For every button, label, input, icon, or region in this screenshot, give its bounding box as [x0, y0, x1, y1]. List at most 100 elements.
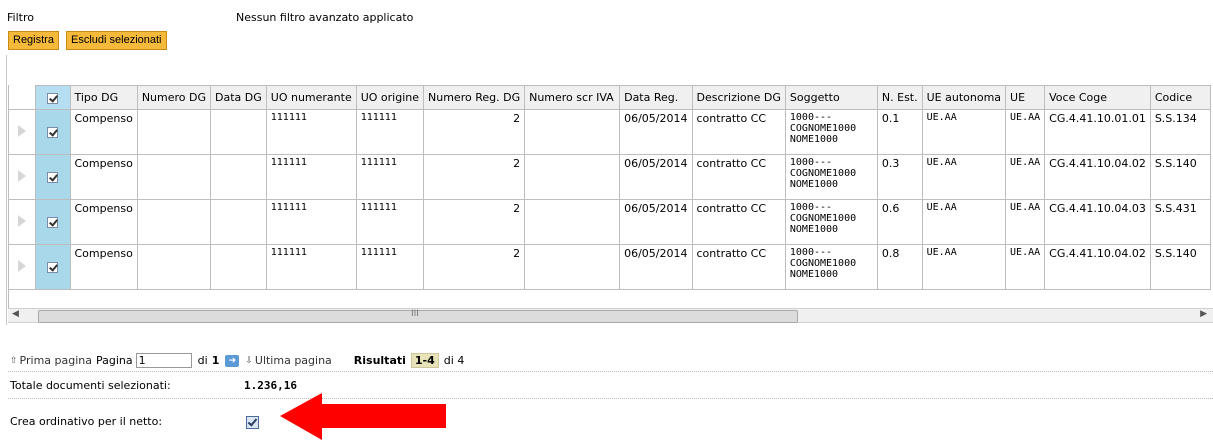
select-all-checkbox[interactable] — [34, 85, 71, 110]
scroll-left-icon[interactable]: ◀ — [12, 309, 19, 319]
cell-ue: UE.AA — [1005, 109, 1046, 155]
row-select-checkbox[interactable] — [34, 109, 71, 155]
row-select-checkbox[interactable] — [34, 199, 71, 245]
column-header[interactable]: Data DG — [210, 85, 267, 110]
cell-uo_num: 111111 — [265, 199, 357, 245]
cell-num_iva — [524, 154, 621, 200]
scrollbar-thumb[interactable]: III — [38, 309, 798, 323]
row-arrow-icon — [17, 124, 26, 137]
cell-descr: contratto CC — [691, 154, 786, 200]
column-header[interactable]: N. Est. — [876, 85, 923, 110]
register-button[interactable]: Registra — [8, 31, 59, 50]
cell-voce: CG.4.41.10.04.02 — [1044, 244, 1151, 290]
red-arrow-shape — [280, 393, 446, 440]
cell-tipo: Compenso — [69, 109, 138, 155]
header-spacer — [9, 85, 35, 110]
cell-soggetto: 1000--- COGNOME1000 NOME1000 — [784, 154, 878, 200]
cell-uo_num: 111111 — [265, 109, 357, 155]
create-order-net-checkbox[interactable] — [246, 416, 259, 429]
total-selected-label: Totale documenti selezionati: — [10, 379, 171, 392]
exclude-selected-button[interactable]: Escludi selezionati — [66, 31, 167, 50]
row-arrow-icon — [17, 169, 26, 182]
cell-descr: contratto CC — [691, 109, 786, 155]
cell-num_reg: 2 — [423, 244, 526, 290]
cell-num_iva — [524, 109, 621, 155]
checkbox-icon — [47, 262, 58, 273]
cell-n_est: 0.6 — [876, 199, 923, 245]
cell-codice: S.S.140 — [1149, 244, 1211, 290]
checkbox-icon — [47, 217, 58, 228]
cell-n_est: 0.3 — [876, 154, 923, 200]
scroll-right-icon[interactable]: ▶ — [1200, 309, 1207, 319]
first-page-link[interactable]: Prima pagina — [20, 354, 92, 367]
soggetto-line: COGNOME1000 — [789, 123, 857, 134]
table-header-row: Tipo DG Numero DG Data DG UO numerante U… — [9, 85, 1211, 110]
total-pages: 1 — [211, 354, 220, 367]
cell-num_reg: 2 — [423, 199, 526, 245]
cell-codice: S.S.140 — [1149, 154, 1211, 200]
cell-num_reg: 2 — [423, 154, 526, 200]
create-order-net-label: Crea ordinativo per il netto: — [10, 415, 163, 428]
filter-status: Nessun filtro avanzato applicato — [236, 11, 414, 24]
column-header[interactable]: Voce Coge — [1044, 85, 1151, 110]
table-row[interactable]: Compenso 111111 111111 2 06/05/2014 contratto… — [9, 109, 1211, 155]
cell-numero_dg — [136, 199, 212, 245]
column-header[interactable]: UE — [1005, 85, 1046, 110]
cell-data_reg: 06/05/2014 — [619, 199, 693, 245]
last-page-link[interactable]: Ultima pagina — [255, 354, 332, 367]
column-header[interactable]: UO origine — [355, 85, 425, 110]
row-expand-cell[interactable] — [9, 109, 36, 155]
page-of-label: di — [197, 354, 208, 367]
results-total: di 4 — [443, 354, 465, 367]
cell-uo_num: 111111 — [265, 154, 357, 200]
cell-data_dg — [210, 154, 267, 200]
cell-data_reg: 06/05/2014 — [619, 109, 693, 155]
table-row[interactable]: Compenso 111111 111111 2 06/05/2014 contratto… — [9, 154, 1211, 200]
page-number-input[interactable] — [135, 353, 192, 368]
column-header[interactable]: UE autonoma — [921, 85, 1007, 110]
column-header[interactable]: Data Reg. — [619, 85, 693, 110]
cell-ue: UE.AA — [1005, 154, 1046, 200]
soggetto-line: 1000--- — [789, 112, 833, 123]
column-header[interactable]: Numero DG — [136, 85, 212, 110]
pagination-bar: ⇧ Prima pagina Pagina di 1 ➜ ⇩ Ultima pa… — [10, 353, 464, 368]
soggetto-line: COGNOME1000 — [789, 258, 857, 269]
soggetto-line: NOME1000 — [789, 134, 839, 145]
results-range: 1-4 — [410, 353, 439, 368]
column-header[interactable]: Descrizione DG — [691, 85, 786, 110]
last-page-icon[interactable]: ⇩ — [245, 356, 253, 366]
cell-n_est: 0.8 — [876, 244, 923, 290]
cell-uo_orig: 111111 — [355, 154, 425, 200]
cell-ue: UE.AA — [1005, 244, 1046, 290]
column-header[interactable]: Numero Reg. DG — [423, 85, 526, 110]
cell-soggetto: 1000--- COGNOME1000 NOME1000 — [784, 244, 878, 290]
cell-voce: CG.4.41.10.04.02 — [1044, 154, 1151, 200]
horizontal-scrollbar[interactable]: ◀ III ▶ — [8, 308, 1213, 323]
row-select-checkbox[interactable] — [34, 154, 71, 200]
cell-uo_orig: 111111 — [355, 244, 425, 290]
column-header[interactable]: UO numerante — [265, 85, 357, 110]
row-expand-cell[interactable] — [9, 199, 36, 245]
checkbox-icon — [47, 127, 58, 138]
cell-codice: S.S.431 — [1149, 199, 1211, 245]
first-page-icon[interactable]: ⇧ — [10, 356, 18, 366]
cell-numero_dg — [136, 109, 212, 155]
cell-data_dg — [210, 199, 267, 245]
row-expand-cell[interactable] — [9, 244, 36, 290]
cell-voce: CG.4.41.10.01.01 — [1044, 109, 1151, 155]
column-header[interactable]: Soggetto — [784, 85, 878, 110]
row-expand-cell[interactable] — [9, 154, 36, 200]
column-header[interactable]: Tipo DG — [69, 85, 138, 110]
go-page-icon[interactable]: ➜ — [225, 354, 240, 367]
column-header[interactable]: Numero scr IVA — [524, 85, 621, 110]
table-row[interactable]: Compenso 111111 111111 2 06/05/2014 contratto… — [9, 244, 1211, 290]
table-row[interactable]: Compenso 111111 111111 2 06/05/2014 contratto… — [9, 199, 1211, 245]
cell-uo_num: 111111 — [265, 244, 357, 290]
row-select-checkbox[interactable] — [34, 244, 71, 290]
column-header[interactable]: Codice — [1149, 85, 1211, 110]
checkbox-icon — [47, 172, 58, 183]
red-arrow-annotation — [280, 393, 446, 440]
cell-uo_orig: 111111 — [355, 109, 425, 155]
cell-data_dg — [210, 244, 267, 290]
cell-ue: UE.AA — [1005, 199, 1046, 245]
